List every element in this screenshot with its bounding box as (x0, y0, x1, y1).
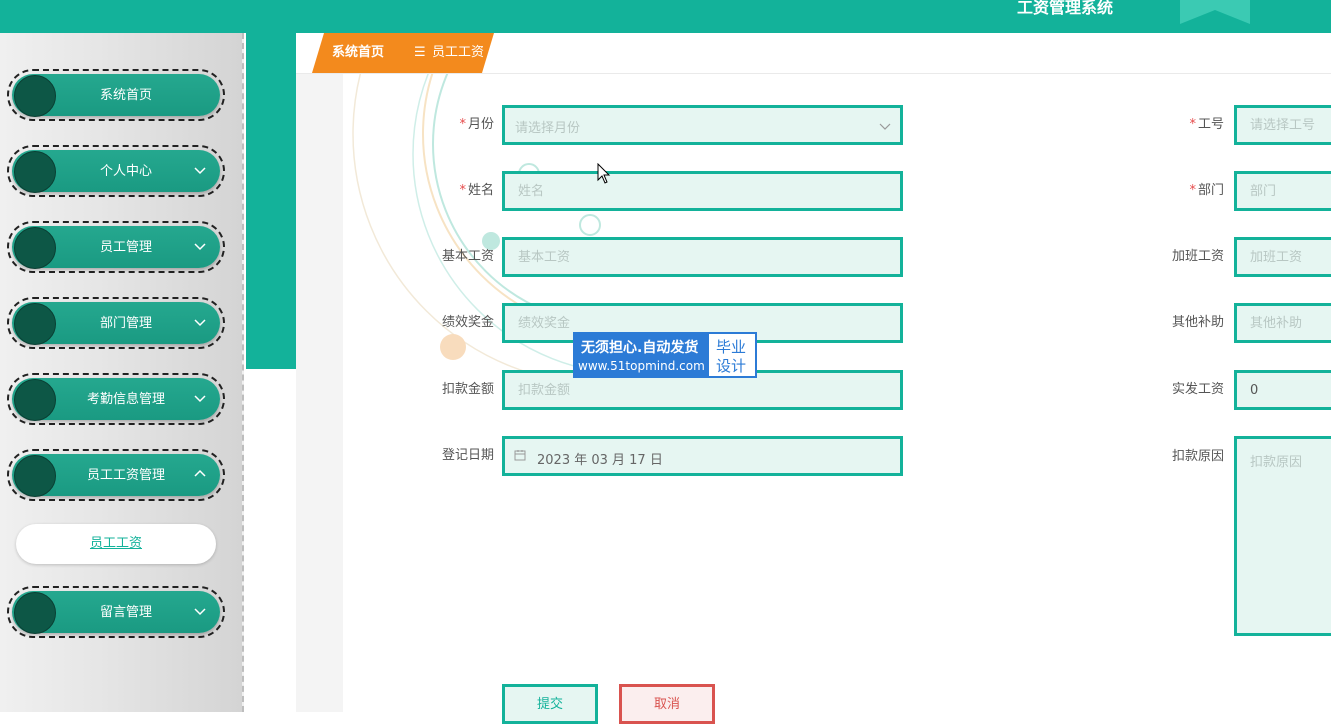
overtime-pay-input[interactable] (1234, 237, 1331, 277)
calendar-icon (514, 450, 526, 461)
header-decoration-notch (1180, 10, 1250, 24)
sidebar-item-messages-wrap: 留言管理 (7, 586, 225, 638)
month-label: * 月份 (459, 117, 494, 132)
sidebar-item-label: 员工工资管理 (86, 468, 165, 483)
sidebar-item-home[interactable]: 系统首页 (12, 74, 220, 117)
chevron-down-icon (194, 395, 206, 403)
breadcrumb-home[interactable]: 系统首页 (332, 33, 384, 73)
sidebar-item-label: 留言管理 (99, 605, 152, 620)
sidebar-item-label: 个人中心 (99, 164, 152, 179)
sidebar-item-employees[interactable]: 员工管理 (12, 226, 220, 269)
sidebar-item-attendance[interactable]: 考勤信息管理 (12, 378, 220, 421)
mouse-cursor-icon (597, 163, 611, 184)
sidebar-item-label: 考勤信息管理 (86, 392, 165, 407)
sidebar-item-attendance-wrap: 考勤信息管理 (7, 373, 225, 425)
chevron-down-icon (879, 123, 891, 130)
department-input[interactable] (1234, 171, 1331, 211)
name-input[interactable] (502, 171, 903, 211)
actual-salary-input[interactable] (1234, 370, 1331, 410)
nav-circle-icon (14, 75, 56, 117)
watermark-line2: www.51topmind.com (578, 359, 705, 373)
base-salary-label: 基本工资 (441, 249, 494, 264)
sidebar-item-profile-wrap: 个人中心 (7, 145, 225, 197)
sidebar-item-departments-wrap: 部门管理 (7, 297, 225, 349)
sidebar-item-salary-wrap: 员工工资管理 (7, 449, 225, 501)
sidebar-item-departments[interactable]: 部门管理 (12, 302, 220, 345)
content-accent-strip (246, 33, 296, 369)
breadcrumb: 系统首页 ☰ 员工工资 (312, 33, 494, 73)
chevron-up-icon (194, 469, 206, 477)
chevron-down-icon (194, 319, 206, 327)
name-label: * 姓名 (459, 183, 494, 198)
breadcrumb-bar: 系统首页 ☰ 员工工资 (296, 33, 1331, 74)
sidebar-subitem-employee-salary[interactable]: 员工工资 (16, 524, 216, 564)
other-allowance-input[interactable] (1234, 303, 1331, 343)
sidebar-item-label: 系统首页 (99, 88, 152, 103)
month-select-placeholder: 请选择月份 (515, 121, 581, 136)
nav-circle-icon (14, 379, 56, 421)
nav-circle-icon (14, 151, 56, 193)
submit-button[interactable]: 提交 (502, 684, 598, 724)
watermark-badge: 无须担心.自动发货 www.51topmind.com 毕业 设计 (573, 332, 757, 378)
nav-circle-icon (14, 455, 56, 497)
register-date-label: 登记日期 (441, 448, 494, 463)
content-gutter (296, 74, 343, 712)
overtime-pay-label: 加班工资 (1171, 249, 1224, 264)
breadcrumb-separator-icon: ☰ (414, 45, 426, 60)
app-title: 工资管理系统 (1017, 0, 1114, 17)
watermark-left: 无须担心.自动发货 www.51topmind.com (575, 334, 709, 376)
sidebar-item-label: 部门管理 (99, 316, 152, 331)
sidebar-item-profile[interactable]: 个人中心 (12, 150, 220, 193)
chevron-down-icon (194, 167, 206, 175)
watermark-right2: 设计 (716, 357, 747, 375)
performance-bonus-label: 绩效奖金 (441, 315, 494, 330)
sidebar-item-home-wrap: 系统首页 (7, 69, 225, 121)
sidebar-item-label: 员工管理 (99, 240, 152, 255)
cancel-button[interactable]: 取消 (619, 684, 715, 724)
sidebar-item-employees-wrap: 员工管理 (7, 221, 225, 273)
breadcrumb-current: 员工工资 (432, 45, 485, 60)
actual-salary-label: 实发工资 (1171, 382, 1224, 397)
sidebar: 系统首页 个人中心 员工管理 部门管理 考勤信息管理 员工工资管理 员工工资 留… (0, 33, 244, 712)
deduction-label: 扣款金额 (441, 382, 494, 397)
employee-no-label: * 工号 (1189, 117, 1224, 132)
employee-no-select[interactable] (1234, 105, 1331, 145)
watermark-right1: 毕业 (716, 338, 747, 356)
sidebar-item-salary[interactable]: 员工工资管理 (12, 454, 220, 497)
nav-circle-icon (14, 303, 56, 345)
top-header: 工资管理系统 (0, 0, 1331, 33)
nav-circle-icon (14, 592, 56, 634)
deduction-reason-textarea[interactable] (1234, 436, 1331, 636)
chevron-down-icon (194, 608, 206, 616)
nav-circle-icon (14, 227, 56, 269)
chevron-down-icon (194, 243, 206, 251)
deduction-reason-label: 扣款原因 (1171, 449, 1224, 464)
sidebar-item-messages[interactable]: 留言管理 (12, 591, 220, 634)
other-allowance-label: 其他补助 (1171, 315, 1224, 330)
base-salary-input[interactable] (502, 237, 903, 277)
register-date-value: 2023 年 03 月 17 日 (537, 453, 663, 468)
watermark-line1: 无须担心.自动发货 (581, 340, 699, 356)
department-label: * 部门 (1189, 183, 1224, 198)
